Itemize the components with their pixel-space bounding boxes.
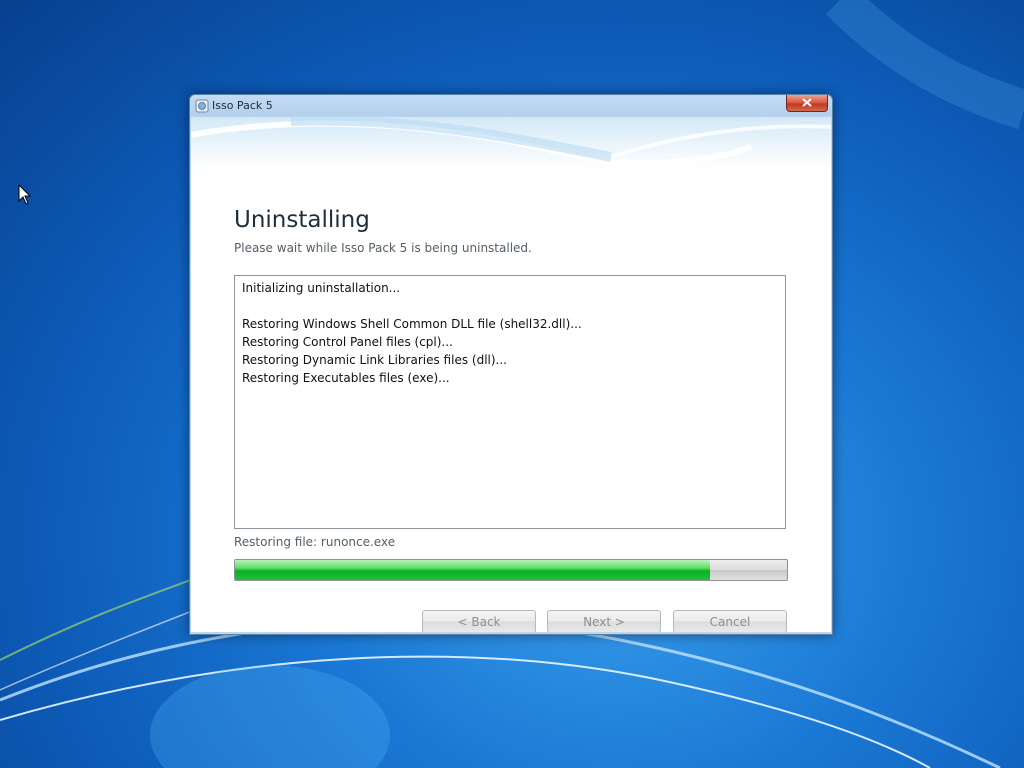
log-line: Restoring Dynamic Link Libraries files (… (242, 353, 507, 367)
log-line: Restoring Windows Shell Common DLL file … (242, 317, 582, 331)
uninstaller-window: Isso Pack 5 Uninstalling Please wait whi… (189, 94, 833, 635)
close-icon (802, 98, 812, 107)
status-text: Restoring file: runonce.exe (234, 535, 396, 549)
window-title: Isso Pack 5 (212, 99, 273, 112)
back-button[interactable]: < Back (422, 610, 536, 632)
log-line: Restoring Control Panel files (cpl)... (242, 335, 453, 349)
progress-bar-fill (235, 560, 710, 580)
close-button[interactable] (786, 95, 828, 112)
uninstall-log[interactable]: Initializing uninstallation... Restoring… (234, 275, 786, 529)
installer-app-icon (195, 99, 209, 113)
page-heading: Uninstalling (234, 207, 370, 233)
log-line: Initializing uninstallation... (242, 281, 401, 295)
page-subheading: Please wait while Isso Pack 5 is being u… (234, 241, 532, 255)
cancel-button[interactable]: Cancel (673, 610, 787, 632)
header-banner (191, 117, 831, 169)
title-bar[interactable]: Isso Pack 5 (190, 95, 832, 117)
progress-bar (234, 559, 788, 581)
log-line: Restoring Executables files (exe)... (242, 371, 450, 385)
mouse-pointer-icon (18, 184, 32, 205)
next-button[interactable]: Next > (547, 610, 661, 632)
dialog-client-area: Uninstalling Please wait while Isso Pack… (191, 117, 831, 632)
